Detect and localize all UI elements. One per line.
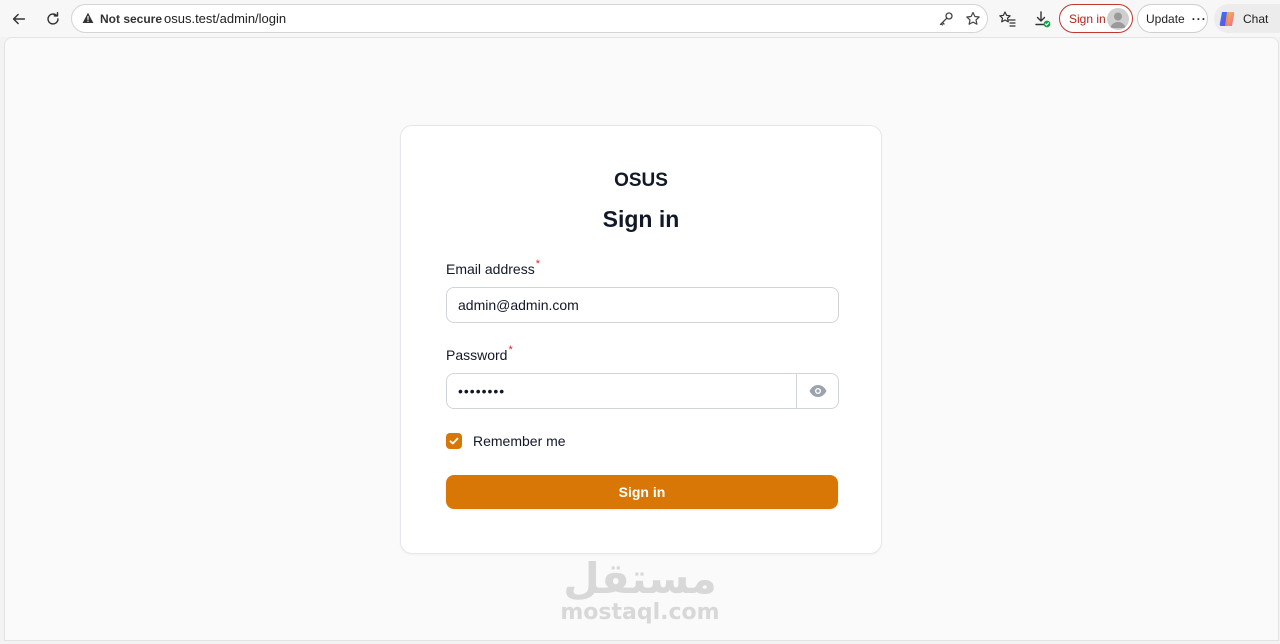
- back-button[interactable]: [6, 6, 32, 32]
- remember-me-label[interactable]: Remember me: [473, 433, 566, 449]
- email-field[interactable]: [447, 288, 838, 322]
- password-field[interactable]: [447, 374, 838, 408]
- email-label-text: Email address: [446, 261, 535, 277]
- password-field-wrapper: [446, 373, 839, 409]
- profile-signin-button[interactable]: Sign in: [1059, 4, 1133, 33]
- required-marker: *: [508, 344, 513, 356]
- eye-icon: [809, 385, 826, 397]
- download-icon: [1035, 11, 1051, 28]
- reload-button[interactable]: [40, 6, 66, 32]
- remember-me-checkbox[interactable]: [446, 433, 462, 449]
- address-bar[interactable]: Not secure osus.test/admin/login: [71, 4, 988, 33]
- favorites-button[interactable]: [996, 8, 1018, 30]
- brand-name: OSUS: [614, 170, 668, 191]
- downloads-button[interactable]: [1031, 8, 1053, 30]
- arrow-left-icon: [12, 13, 26, 25]
- email-field-wrapper: [446, 287, 839, 323]
- sign-in-button[interactable]: Sign in: [446, 475, 838, 509]
- page-title: Sign in: [602, 206, 680, 232]
- copilot-icon: [1219, 11, 1235, 26]
- url-text[interactable]: osus.test/admin/login: [164, 11, 286, 26]
- more-icon: ···: [1191, 11, 1207, 26]
- chat-label: Chat: [1243, 11, 1269, 26]
- star-icon: [966, 11, 980, 25]
- favorites-list-icon: [999, 11, 1016, 27]
- favorite-button[interactable]: [963, 9, 983, 29]
- show-password-button[interactable]: [796, 374, 838, 408]
- password-label: Password*: [446, 344, 513, 363]
- password-key-button[interactable]: [936, 9, 956, 29]
- update-label: Update: [1146, 11, 1185, 26]
- avatar: [1107, 8, 1129, 30]
- required-marker: *: [535, 258, 540, 270]
- warning-icon: [82, 12, 94, 23]
- email-label: Email address*: [446, 258, 540, 277]
- key-icon: [939, 12, 953, 26]
- browser-toolbar: Not secure osus.test/admin/login Sign in…: [0, 0, 1280, 37]
- security-status[interactable]: Not secure: [100, 12, 162, 26]
- profile-signin-label: Sign in: [1069, 11, 1106, 26]
- password-label-text: Password: [446, 347, 508, 363]
- update-button[interactable]: Update ···: [1137, 4, 1208, 33]
- check-icon: [449, 437, 459, 445]
- login-card: OSUS Sign in Email address* Password* Re…: [400, 125, 882, 554]
- reload-icon: [47, 11, 59, 25]
- user-icon: [1110, 12, 1126, 28]
- copilot-chat-button[interactable]: Chat: [1214, 4, 1280, 33]
